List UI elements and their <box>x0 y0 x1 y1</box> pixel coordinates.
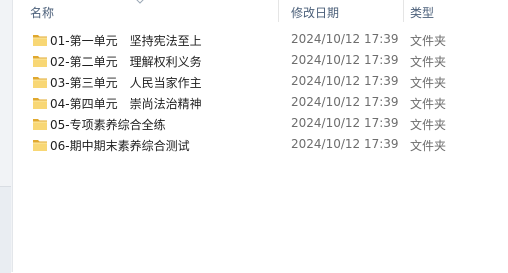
list-item[interactable]: 06-期中期末素养综合测试 2024/10/12 17:39 文件夹 <box>12 135 508 156</box>
item-name: 02-第二单元 理解权利义务 <box>50 55 202 69</box>
sort-chevron-icon <box>136 0 144 4</box>
column-header-type[interactable]: 类型 <box>404 0 508 22</box>
item-type: 文件夹 <box>410 34 447 48</box>
column-header: 名称 修改日期 类型 <box>12 0 508 22</box>
folder-icon <box>33 119 47 130</box>
item-modified: 2024/10/12 17:39 <box>291 137 399 151</box>
item-name: 04-第四单元 崇尚法治精神 <box>50 97 202 111</box>
column-header-name[interactable]: 名称 <box>12 0 278 22</box>
column-header-type-label: 类型 <box>410 6 435 20</box>
column-header-modified-label: 修改日期 <box>291 6 340 20</box>
list-item[interactable]: 04-第四单元 崇尚法治精神 2024/10/12 17:39 文件夹 <box>12 93 508 114</box>
list-item[interactable]: 02-第二单元 理解权利义务 2024/10/12 17:39 文件夹 <box>12 51 508 72</box>
item-name: 05-专项素养综合全练 <box>50 118 166 132</box>
item-modified: 2024/10/12 17:39 <box>291 74 399 88</box>
item-name: 03-第三单元 人民当家作主 <box>50 76 202 90</box>
item-name: 01-第一单元 坚持宪法至上 <box>50 34 202 48</box>
item-modified: 2024/10/12 17:39 <box>291 116 399 130</box>
navigation-pane-lower-edge <box>0 186 11 273</box>
list-item[interactable]: 05-专项素养综合全练 2024/10/12 17:39 文件夹 <box>12 114 508 135</box>
item-name: 06-期中期末素养综合测试 <box>50 139 190 153</box>
item-type: 文件夹 <box>410 55 447 69</box>
item-type: 文件夹 <box>410 76 447 90</box>
item-modified: 2024/10/12 17:39 <box>291 95 399 109</box>
list-item[interactable]: 03-第三单元 人民当家作主 2024/10/12 17:39 文件夹 <box>12 72 508 93</box>
folder-icon <box>33 98 47 109</box>
column-header-name-label: 名称 <box>30 6 55 20</box>
item-type: 文件夹 <box>410 139 447 153</box>
item-modified: 2024/10/12 17:39 <box>291 32 399 46</box>
folder-icon <box>33 140 47 151</box>
column-header-modified[interactable]: 修改日期 <box>279 0 403 22</box>
folder-icon <box>33 56 47 67</box>
item-type: 文件夹 <box>410 118 447 132</box>
folder-icon <box>33 77 47 88</box>
item-type: 文件夹 <box>410 97 447 111</box>
folder-icon <box>33 35 47 46</box>
list-item[interactable]: 01-第一单元 坚持宪法至上 2024/10/12 17:39 文件夹 <box>12 30 508 51</box>
item-modified: 2024/10/12 17:39 <box>291 53 399 67</box>
